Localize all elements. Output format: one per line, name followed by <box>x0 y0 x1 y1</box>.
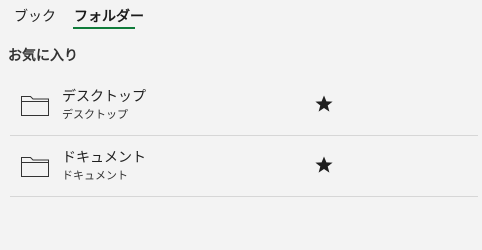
item-name: デスクトップ <box>62 89 146 105</box>
tab-bar: ブック フォルダー <box>0 0 482 34</box>
item-path: ドキュメント <box>62 169 128 182</box>
folder-icon <box>21 157 49 177</box>
favorites-list: デスクトップ デスクトップ ドキュメント ドキュメント <box>10 75 478 197</box>
favorites-heading: お気に入り <box>8 48 78 64</box>
star-icon[interactable] <box>314 94 334 114</box>
active-tab-indicator <box>73 27 135 29</box>
item-name: ドキュメント <box>62 150 146 166</box>
item-path: デスクトップ <box>62 108 128 121</box>
star-icon[interactable] <box>314 155 334 175</box>
tab-book[interactable]: ブック <box>14 8 56 26</box>
folder-icon <box>21 96 49 116</box>
list-item-documents[interactable]: ドキュメント ドキュメント <box>10 136 478 197</box>
tab-folder[interactable]: フォルダー <box>74 8 144 26</box>
list-item-desktop[interactable]: デスクトップ デスクトップ <box>10 75 478 136</box>
